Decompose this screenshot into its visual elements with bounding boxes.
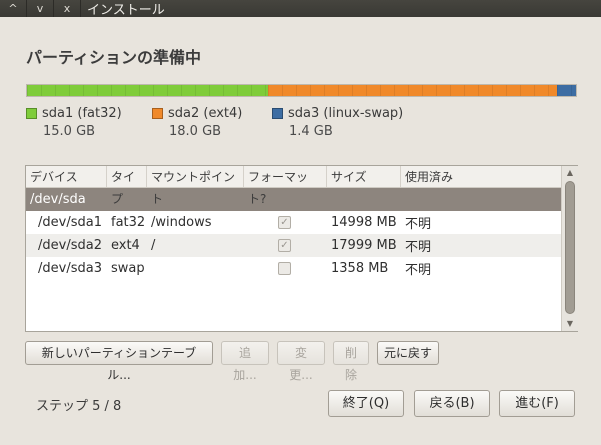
legend-name: sda2 (ext4) <box>168 106 243 121</box>
group-device: /dev/sda <box>30 192 86 207</box>
scroll-down-icon[interactable]: ▼ <box>562 317 578 331</box>
cell-used: 不明 <box>405 240 432 255</box>
new-partition-table-button[interactable]: 新しいパーティションテーブル... <box>25 341 213 382</box>
legend-size: 18.0 GB <box>169 124 222 139</box>
column-header-device[interactable]: デバイス <box>26 166 107 187</box>
table-row-group[interactable]: /dev/sda <box>26 188 561 211</box>
legend-item-sda2: sda2 (ext4) 18.0 GB <box>152 106 258 139</box>
cell-device: /dev/sda1 <box>38 215 102 230</box>
cell-size: 1358 MB <box>331 261 389 276</box>
column-header-used[interactable]: 使用済み <box>401 166 553 187</box>
table-scrollbar[interactable]: ▲ ▼ <box>561 166 578 331</box>
scrollbar-thumb[interactable] <box>565 181 575 314</box>
partition-bar <box>26 84 577 97</box>
scroll-up-icon[interactable]: ▲ <box>562 166 578 180</box>
partition-segment-sda2 <box>268 85 558 96</box>
legend-size: 15.0 GB <box>43 124 96 139</box>
format-checkbox[interactable] <box>278 262 291 275</box>
cell-mount: /windows <box>151 215 212 230</box>
cell-mount: / <box>151 238 156 253</box>
cell-format <box>244 262 327 275</box>
cell-used: 不明 <box>405 217 432 232</box>
window-up-icon[interactable]: ^ <box>0 0 26 17</box>
title-separator <box>80 0 81 17</box>
table-row[interactable]: /dev/sda2 ext4 / ✓ 17999 MB 不明 <box>26 234 561 257</box>
column-header-size[interactable]: サイズ <box>327 166 401 187</box>
format-checkbox[interactable]: ✓ <box>278 239 291 252</box>
cell-size: 17999 MB <box>331 238 397 253</box>
window-title: インストール <box>87 3 165 18</box>
cell-size: 14998 MB <box>331 215 397 230</box>
cell-format: ✓ <box>244 216 327 229</box>
cell-device: /dev/sda2 <box>38 238 102 253</box>
window-close-icon[interactable]: x <box>54 0 80 17</box>
partition-legend: sda1 (fat32) 15.0 GB sda2 (ext4) 18.0 GB… <box>26 106 436 139</box>
quit-button[interactable]: 終了(Q) <box>328 390 404 417</box>
legend-size: 1.4 GB <box>289 124 333 139</box>
legend-name: sda3 (linux-swap) <box>288 106 404 121</box>
title-bar: ^ v x インストール <box>0 0 601 18</box>
cell-type: fat32 <box>111 215 146 230</box>
column-header-mount[interactable]: マウントポイント <box>147 166 244 206</box>
cell-type: swap <box>111 261 145 276</box>
column-header-format[interactable]: フォーマット? <box>244 166 327 206</box>
legend-swatch <box>26 108 37 119</box>
step-indicator: ステップ 5 / 8 <box>36 399 122 414</box>
legend-swatch <box>152 108 163 119</box>
table-header: デバイス タイプ マウントポイント フォーマット? サイズ 使用済み <box>26 166 577 206</box>
change-button[interactable]: 変更... <box>277 341 325 382</box>
window-down-icon[interactable]: v <box>27 0 53 17</box>
format-checkbox[interactable]: ✓ <box>278 216 291 229</box>
legend-item-sda3: sda3 (linux-swap) 1.4 GB <box>272 106 422 139</box>
partition-segment-sda1 <box>27 85 268 96</box>
cell-used: 不明 <box>405 263 432 278</box>
cell-type: ext4 <box>111 238 140 253</box>
table-row[interactable]: /dev/sda1 fat32 /windows ✓ 14998 MB 不明 <box>26 211 561 234</box>
legend-name: sda1 (fat32) <box>42 106 122 121</box>
cell-format: ✓ <box>244 239 327 252</box>
delete-button[interactable]: 削除 <box>333 341 369 382</box>
legend-swatch <box>272 108 283 119</box>
partition-segment-sda3 <box>557 85 576 96</box>
forward-button[interactable]: 進む(F) <box>499 390 575 417</box>
back-button[interactable]: 戻る(B) <box>414 390 490 417</box>
column-header-type[interactable]: タイプ <box>107 166 147 206</box>
table-row[interactable]: /dev/sda3 swap 1358 MB 不明 <box>26 257 561 280</box>
revert-button[interactable]: 元に戻す <box>377 341 439 365</box>
add-button[interactable]: 追加... <box>221 341 269 382</box>
legend-item-sda1: sda1 (fat32) 15.0 GB <box>26 106 138 139</box>
partition-table[interactable]: デバイス タイプ マウントポイント フォーマット? サイズ 使用済み /dev/… <box>25 165 578 332</box>
page-title: パーティションの準備中 <box>26 48 202 67</box>
cell-device: /dev/sda3 <box>38 261 102 276</box>
